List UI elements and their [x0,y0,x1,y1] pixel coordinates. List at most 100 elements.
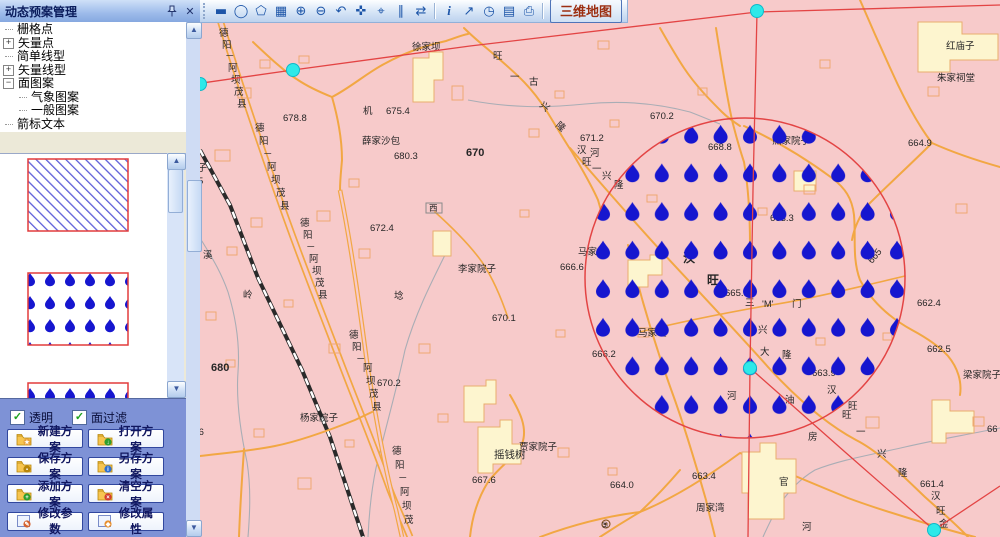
saveas-plan-folder-icon: i [97,459,113,473]
添加方案-button[interactable]: +添加方案 [7,484,83,503]
sidebar-scrollbar[interactable]: ▲ ▼ [186,22,200,537]
scroll-up-icon[interactable]: ▲ [186,22,202,39]
map-label: 阳 [395,460,405,471]
map-label: 德 [392,445,402,457]
tree-item-label: 简单线型 [17,50,65,64]
grid-icon[interactable]: ▦ [271,2,291,21]
print-preview-icon[interactable]: ▤ [499,2,519,21]
map-label: 官 [779,476,789,488]
print-icon[interactable]: ⎙ [519,2,539,21]
打开方案-button[interactable]: ↓打开方案 [88,429,164,448]
plan-vertex-handle[interactable] [744,362,757,375]
pause-icon[interactable]: ∥ [391,2,411,21]
map-label: 一 [510,72,520,83]
layer-tree: 栅格点+矢量点简单线型+矢量线型−面图案气象图案一般图案箭标文本 [0,22,186,133]
map-label: 675.4 [386,106,410,117]
tree-item-面图案[interactable]: −面图案 [0,77,186,91]
plan-manager-panel: 动态预案管理 ✕ 栅格点+矢量点简单线型+矢量线型−面图案气象图案一般图案箭标文… [0,0,200,537]
measure-circle-icon[interactable]: ◯ [231,2,251,21]
scrollbar-thumb[interactable] [187,180,202,252]
map-3d-button[interactable]: 三维地图 [550,0,622,23]
expand-icon[interactable]: + [3,65,14,76]
map-label: 茂 [276,187,286,199]
measure-distance-icon[interactable]: ▬ [211,2,231,21]
map-label: － [225,51,235,62]
map-label: 664.0 [610,480,634,491]
export-icon[interactable]: ↗ [459,2,479,21]
map-label: － [398,473,408,484]
zoom-in-icon[interactable]: ⊕ [291,2,311,21]
tree-item-label: 矢量线型 [18,64,66,78]
map-label: 670.2 [377,378,401,389]
pattern-list [0,153,167,399]
保存方案-button[interactable]: ▪保存方案 [7,457,83,476]
另存方案-button[interactable]: i另存方案 [88,457,164,476]
map-label: 旺 [936,506,946,517]
map-label: 埝 [394,290,404,302]
map-label: 坝 [366,376,376,387]
map-label: － [306,242,316,253]
pattern-swatch-raindrop[interactable] [28,273,128,345]
svg-text:×: × [106,495,110,501]
edit-attrs-icon: ◆ [97,514,113,528]
svg-text:▪: ▪ [26,467,28,473]
map-label: － [263,149,273,160]
map-label: 阿 [228,63,238,74]
plan-vertex-handle[interactable] [928,524,941,537]
map-label: 662.4 [917,298,941,309]
修改参数-button[interactable]: ✎修改参数 [7,512,83,531]
measure-polygon-icon[interactable]: ⬠ [251,2,271,21]
pin-icon[interactable] [164,4,180,19]
map-label: 县 [318,290,328,301]
plan-area-circle[interactable] [585,118,905,438]
expand-icon[interactable]: + [3,38,14,49]
edit-params-icon: ✎ [16,514,32,528]
清空方案-button[interactable]: ×清空方案 [88,484,164,503]
map-label: ⑤ [601,520,609,530]
zoom-window-icon[interactable]: ⌖ [371,2,391,21]
map-label: 旺 [493,51,503,62]
map-label: 阿 [309,254,319,265]
map-canvas[interactable]: 德阳－阿坝茂县德阳－阿坝茂县德阳－阿坝茂县德阳－阿坝茂县670.2德阳－阿坝茂旺… [200,0,1000,537]
pattern-list-scrollbar[interactable]: ▲ ▼ [167,153,184,398]
pattern-swatch-partial[interactable] [28,383,128,399]
tree-item-矢量线型[interactable]: + 矢量线型 [0,64,186,78]
pan-icon[interactable]: ✜ [351,2,371,21]
map-label: 县 [280,201,290,212]
scrollbar-thumb[interactable] [168,169,183,213]
close-icon[interactable]: ✕ [182,4,198,19]
tree-item-label: 栅格点 [17,23,53,37]
refresh-icon[interactable]: ⇄ [411,2,431,21]
open-plan-folder-icon: ↓ [97,432,113,446]
新建方案-button[interactable]: ★新建方案 [7,429,83,448]
checkbox-icon[interactable]: ✓ [10,410,25,425]
plan-control-panel: ✓透明✓面过滤★新建方案↓打开方案▪保存方案i另存方案+添加方案×清空方案✎修改… [0,398,186,537]
tree-item-label: 矢量点 [18,37,54,51]
map-label: 茂 [234,86,244,98]
clear-plan-folder-icon: × [97,487,113,501]
tree-item-气象图案[interactable]: 气象图案 [0,91,186,105]
pattern-swatch-hatch[interactable] [28,159,128,231]
修改属性-button[interactable]: ◆修改属性 [88,512,164,531]
scroll-down-icon[interactable]: ▼ [167,381,186,398]
collapse-icon[interactable]: − [3,78,14,89]
tree-connector [5,29,13,30]
plan-vertex-handle[interactable] [751,5,764,18]
tree-item-一般图案[interactable]: 一般图案 [0,104,186,118]
zoom-out-icon[interactable]: ⊖ [311,2,331,21]
scroll-up-icon[interactable]: ▲ [167,153,186,170]
scroll-down-icon[interactable]: ▼ [186,520,202,537]
plan-vertex-handle[interactable] [287,64,300,77]
map-label: 兴 [602,171,612,182]
tree-item-箭标文本[interactable]: 箭标文本 [0,118,186,132]
map-label: 667.6 [472,475,496,486]
previous-view-icon[interactable]: ↶ [331,2,351,21]
identify-icon[interactable]: i [439,2,459,21]
tree-item-栅格点[interactable]: 栅格点 [0,23,186,37]
map-label: 阿 [363,363,373,374]
tree-item-简单线型[interactable]: 简单线型 [0,50,186,64]
tree-item-矢量点[interactable]: + 矢量点 [0,37,186,51]
map-label: 德 [219,27,229,39]
clock-icon[interactable]: ◷ [479,2,499,21]
toolbar-grip[interactable] [203,3,208,19]
